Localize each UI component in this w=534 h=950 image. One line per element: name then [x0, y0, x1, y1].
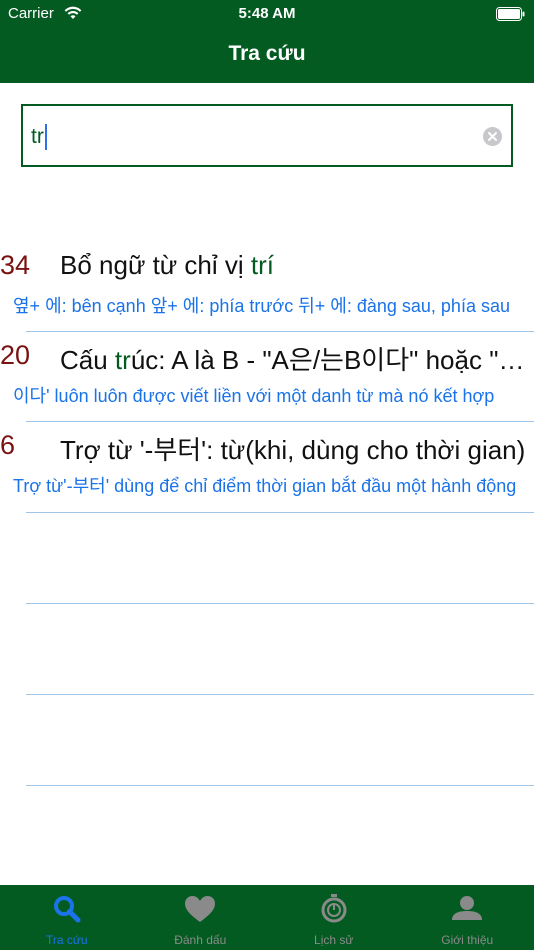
result-title: Cấu trúc: A là B - "A은/는B이다" hoặc "A은/는B… — [60, 345, 530, 375]
tab-bookmarks[interactable]: Đánh dấu — [134, 885, 268, 950]
tab-search[interactable]: Tra cứu — [0, 885, 134, 950]
result-row[interactable]: 6 Trợ từ '-부터': từ(khi, dùng cho thời gi… — [0, 420, 534, 511]
tab-label: Giới thiệu — [441, 933, 494, 947]
result-row[interactable]: 34 Bổ ngữ từ chỉ vị trí 옆+ 에: bên cạnh 앞… — [0, 240, 534, 331]
heart-icon — [185, 896, 216, 922]
page-title: Tra cứu — [228, 42, 306, 65]
search-value-wrap: tr — [31, 124, 47, 150]
search-highlight: tr — [114, 345, 131, 375]
clear-icon[interactable] — [483, 127, 502, 146]
search-value: tr — [31, 125, 44, 148]
result-row[interactable]: 20 Cấu trúc: A là B - "A은/는B이다" hoặc "A은… — [0, 330, 534, 421]
status-time: 5:48 AM — [238, 5, 296, 22]
top-bar: Carrier 5:48 AM Tra cứu — [0, 0, 534, 83]
battery-icon — [496, 7, 525, 21]
result-number: 20 — [0, 340, 31, 370]
tab-label: Tra cứu — [45, 933, 88, 947]
result-subtitle: 이다' luôn luôn được viết liền với một dan… — [13, 386, 495, 406]
result-title: Trợ từ '-부터': từ(khi, dùng cho thời gian… — [60, 435, 526, 465]
result-number: 34 — [0, 250, 31, 280]
tab-history[interactable]: Lịch sử — [267, 885, 401, 950]
result-subtitle: 옆+ 에: bên cạnh 앞+ 에: phía trước 뒤+ 에: đà… — [13, 296, 510, 316]
result-subtitle: Trợ từ'-부터' dùng để chỉ điểm thời gian b… — [13, 476, 517, 496]
person-icon — [452, 896, 483, 920]
row-separator — [26, 785, 534, 786]
row-separator — [26, 694, 534, 695]
row-separator — [26, 512, 534, 513]
search-icon — [53, 896, 81, 923]
text-caret — [44, 124, 47, 150]
tab-bar: Tra cứu Đánh dấu Lịch sử Giới thiệu — [0, 885, 534, 950]
tab-label: Đánh dấu — [174, 933, 227, 947]
tab-label: Lịch sử — [314, 933, 354, 947]
row-separator — [26, 603, 534, 604]
status-bar: Carrier 5:48 AM — [0, 0, 534, 28]
result-number: 6 — [0, 430, 16, 460]
result-title: Bổ ngữ từ chỉ vị trí — [60, 250, 274, 280]
tab-about[interactable]: Giới thiệu — [401, 885, 534, 950]
search-input[interactable]: tr — [21, 104, 513, 167]
search-highlight: trí — [250, 250, 274, 280]
stopwatch-icon — [321, 894, 347, 923]
